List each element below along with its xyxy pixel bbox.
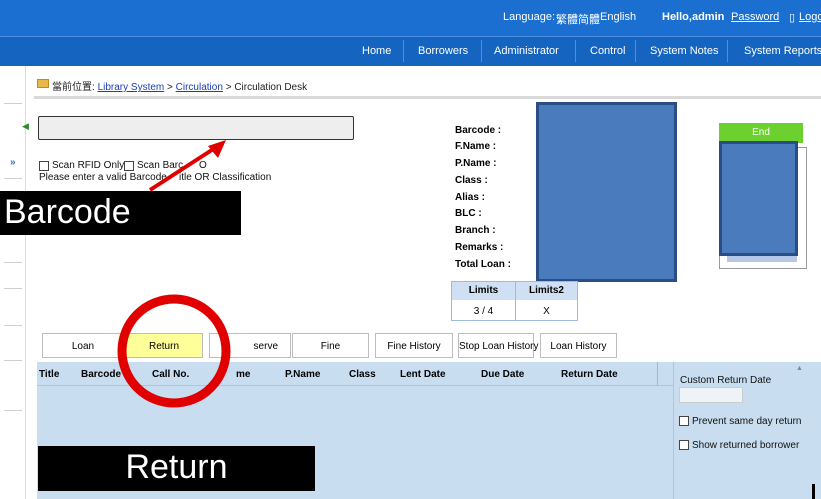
barcode-arrow-line bbox=[148, 144, 220, 192]
barcode-arrowhead-icon bbox=[208, 140, 226, 158]
return-highlight-circle bbox=[117, 294, 231, 408]
return-annotation-label: Return bbox=[38, 446, 315, 491]
barcode-annotation-label: Barcode bbox=[0, 191, 241, 235]
annotation-overlay bbox=[117, 140, 231, 408]
